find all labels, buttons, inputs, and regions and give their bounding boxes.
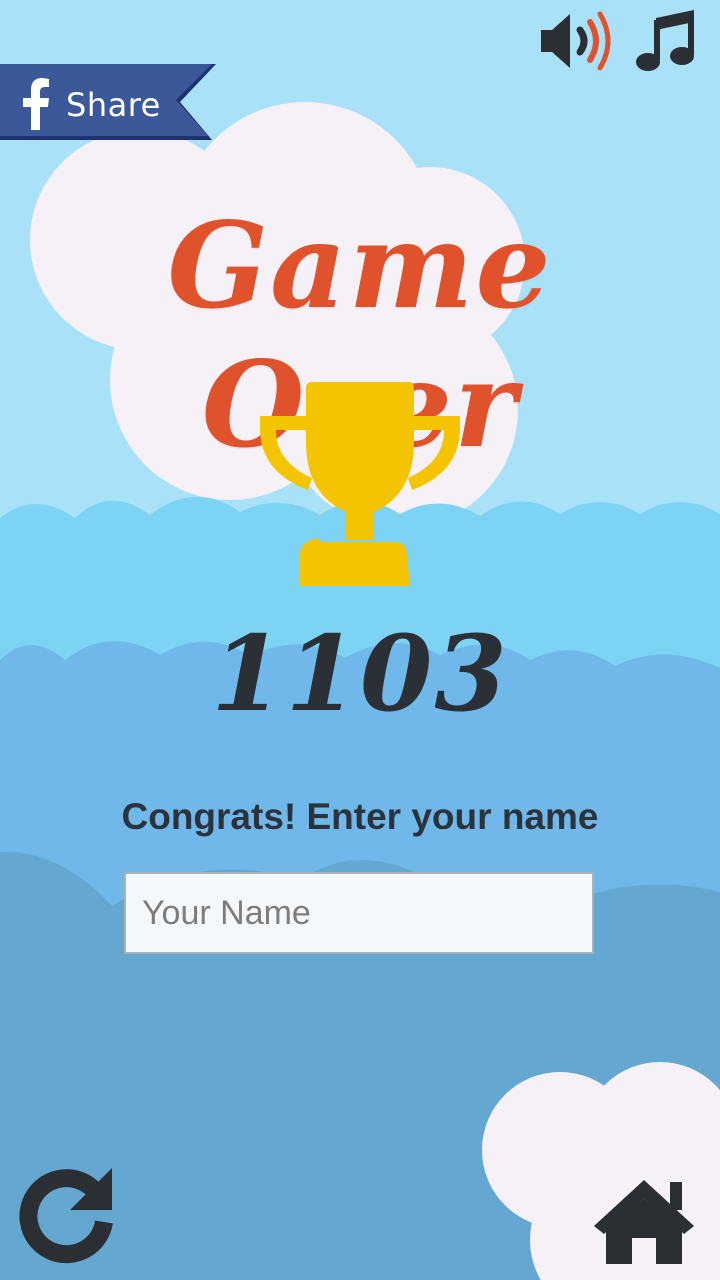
music-toggle-button[interactable] <box>634 8 700 74</box>
share-label: Share <box>66 86 161 124</box>
score-value: 1103 <box>211 612 509 735</box>
trophy-icon <box>260 382 460 586</box>
name-input[interactable] <box>124 872 594 954</box>
replay-button[interactable] <box>16 1160 118 1266</box>
facebook-icon <box>23 78 49 130</box>
sound-toggle-button[interactable] <box>536 8 616 74</box>
facebook-share-button[interactable]: Share <box>0 64 216 140</box>
name-prompt: Congrats! Enter your name <box>121 796 599 837</box>
home-icon <box>594 1180 694 1264</box>
music-note-icon <box>636 10 694 71</box>
replay-icon <box>19 1168 113 1264</box>
home-button[interactable] <box>590 1176 698 1268</box>
speaker-icon <box>541 11 611 71</box>
